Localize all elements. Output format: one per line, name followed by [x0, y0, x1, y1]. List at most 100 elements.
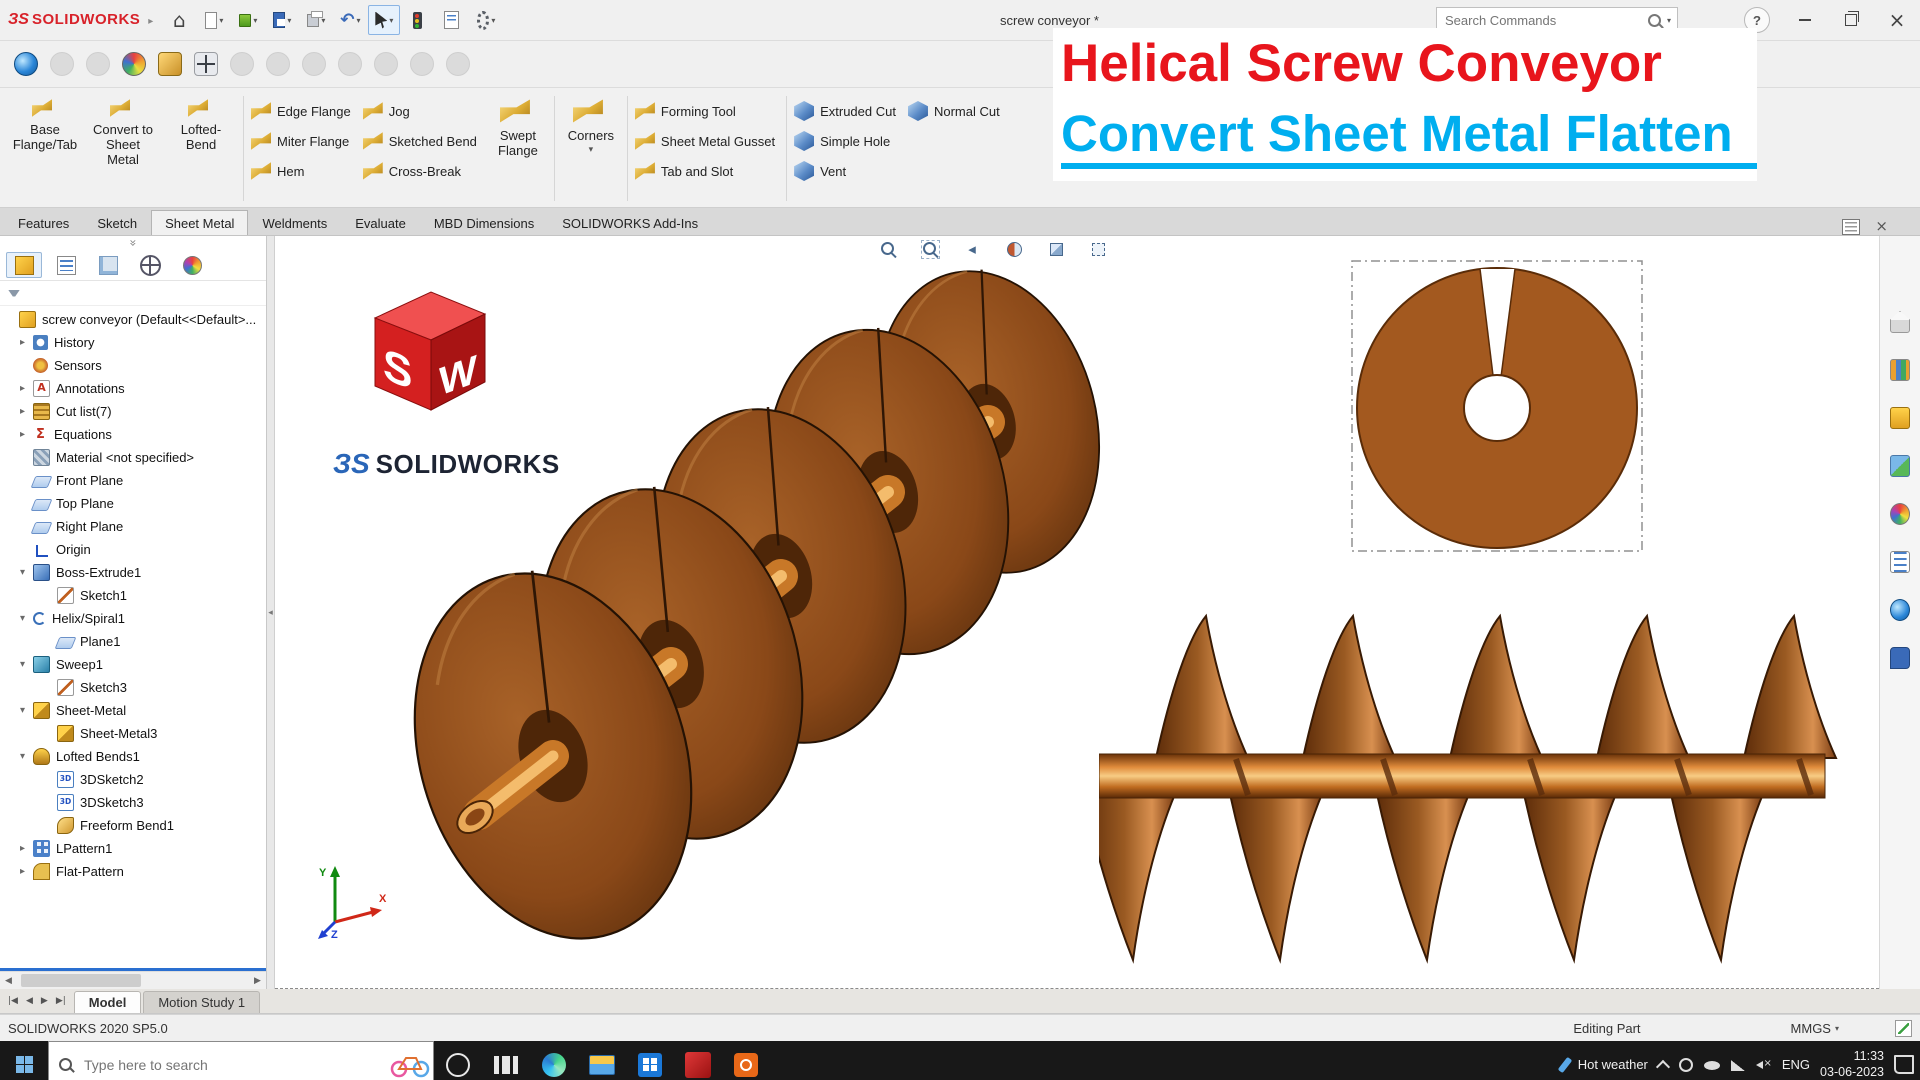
command-tab[interactable]: Sheet Metal — [151, 210, 248, 235]
tree-item[interactable]: Sketch1 — [0, 584, 266, 607]
command-tab[interactable]: Weldments — [248, 210, 341, 235]
tree-item[interactable]: Cut list(7) — [0, 400, 266, 423]
tree-item[interactable]: 3DSketch3 — [0, 791, 266, 814]
pin-ribbon-icon[interactable] — [1843, 220, 1859, 234]
taskbar-app-button[interactable] — [626, 1041, 674, 1080]
taskbar-search-input[interactable] — [82, 1056, 423, 1074]
ribbon-button[interactable]: Hem — [247, 156, 359, 186]
clock-tray-icon[interactable] — [1678, 1057, 1694, 1073]
task-pane-button[interactable] — [1884, 500, 1916, 528]
tree-item[interactable]: Plane1 — [0, 630, 266, 653]
panel-splitter[interactable]: ◂ — [267, 236, 275, 989]
quick-access-button[interactable] — [164, 5, 196, 35]
collapse-chevron-icon[interactable] — [126, 233, 140, 252]
command-tab[interactable]: Evaluate — [341, 210, 420, 235]
ribbon-large-button[interactable]: Convert to Sheet Metal — [84, 90, 162, 207]
swept-flange-button[interactable]: Swept Flange — [485, 90, 551, 207]
tree-item[interactable]: Sheet-Metal — [0, 699, 266, 722]
quick-access-button[interactable] — [402, 5, 434, 35]
tree-item[interactable]: History — [0, 331, 266, 354]
tree-expand-arrow[interactable] — [20, 429, 33, 440]
model-tab[interactable]: Motion Study 1 — [143, 991, 260, 1013]
task-pane-button[interactable] — [1884, 356, 1916, 384]
screw-conveyor-side-view[interactable] — [1099, 612, 1839, 972]
tree-item[interactable]: Sweep1 — [0, 653, 266, 676]
taskbar-app-button[interactable] — [578, 1041, 626, 1080]
taskbar-search[interactable] — [48, 1041, 434, 1080]
tree-item[interactable]: Boss-Extrude1 — [0, 561, 266, 584]
tree-expand-arrow[interactable] — [20, 613, 33, 624]
taskbar-app-button[interactable] — [530, 1041, 578, 1080]
view-tool-button[interactable] — [188, 45, 224, 83]
task-pane-button[interactable] — [1884, 644, 1916, 672]
ribbon-button[interactable]: Cross-Break — [359, 156, 485, 186]
tree-item[interactable]: Sketch3 — [0, 676, 266, 699]
tree-item[interactable]: Freeform Bend1 — [0, 814, 266, 837]
onedrive-icon[interactable] — [1704, 1057, 1720, 1073]
tree-expand-arrow[interactable] — [20, 866, 33, 877]
view-tool-button[interactable] — [332, 45, 368, 83]
tree-item[interactable]: Equations — [0, 423, 266, 446]
view-tool-button[interactable] — [440, 45, 476, 83]
start-button[interactable] — [0, 1041, 48, 1080]
model-tab-nav-icon[interactable] — [52, 996, 70, 1006]
volume-muted-icon[interactable] — [1756, 1057, 1772, 1073]
heads-up-button[interactable] — [871, 236, 905, 262]
ribbon-large-button[interactable]: Lofted-Bend — [162, 90, 240, 207]
tree-item[interactable]: Material <not specified> — [0, 446, 266, 469]
ribbon-button[interactable]: Simple Hole — [790, 126, 904, 156]
restore-button[interactable] — [1828, 0, 1874, 40]
heads-up-button[interactable] — [913, 236, 947, 262]
close-panel-icon[interactable]: × — [1869, 218, 1894, 235]
ribbon-button[interactable]: Tab and Slot — [631, 156, 783, 186]
network-icon[interactable] — [1730, 1057, 1746, 1073]
command-tab[interactable]: Sketch — [83, 210, 151, 235]
tree-expand-arrow[interactable] — [20, 406, 33, 417]
quick-access-button[interactable] — [470, 5, 502, 35]
model-tab[interactable]: Model — [74, 991, 142, 1013]
view-tool-button[interactable] — [8, 45, 44, 83]
view-tool-button[interactable] — [404, 45, 440, 83]
model-tab-nav-icon[interactable] — [22, 996, 37, 1006]
quick-access-button[interactable] — [232, 5, 264, 35]
tree-item[interactable]: Sheet-Metal3 — [0, 722, 266, 745]
taskbar-app-button[interactable] — [674, 1041, 722, 1080]
scrollbar-thumb[interactable] — [21, 974, 141, 987]
view-tool-button[interactable] — [224, 45, 260, 83]
flat-pattern-sketch[interactable] — [1347, 256, 1647, 556]
scroll-left-icon[interactable]: ◀ — [0, 972, 17, 989]
view-tool-button[interactable] — [152, 45, 188, 83]
tree-expand-arrow[interactable] — [20, 705, 33, 716]
view-tool-button[interactable] — [116, 45, 152, 83]
tree-item[interactable]: Annotations — [0, 377, 266, 400]
show-hidden-icons-chevron[interactable] — [1656, 1059, 1670, 1073]
tree-item[interactable]: LPattern1 — [0, 837, 266, 860]
ribbon-button[interactable]: Sheet Metal Gusset — [631, 126, 783, 156]
tree-expand-arrow[interactable] — [20, 751, 33, 762]
tree-expand-arrow[interactable] — [20, 337, 33, 348]
view-tool-button[interactable] — [260, 45, 296, 83]
model-tab-nav-icon[interactable] — [4, 996, 22, 1006]
quick-access-button[interactable] — [266, 5, 298, 35]
view-tool-button[interactable] — [296, 45, 332, 83]
command-tab[interactable]: Features — [4, 210, 83, 235]
ribbon-button[interactable]: Extruded Cut — [790, 96, 904, 126]
taskbar-app-button[interactable] — [722, 1041, 770, 1080]
tree-item[interactable]: Helix/Spiral1 — [0, 607, 266, 630]
view-tool-button[interactable] — [368, 45, 404, 83]
manager-tab[interactable] — [174, 252, 210, 278]
weather-text[interactable]: Hot weather — [1578, 1057, 1648, 1072]
taskbar-app-button[interactable] — [434, 1041, 482, 1080]
graphics-viewport[interactable]: S W ЗSSOLIDWORKS — [275, 236, 1879, 989]
command-tab[interactable]: MBD Dimensions — [420, 210, 548, 235]
quick-access-button[interactable] — [368, 5, 400, 35]
custom-properties-icon[interactable] — [1895, 1020, 1912, 1037]
heads-up-button[interactable] — [1039, 236, 1073, 262]
taskbar-app-button[interactable] — [482, 1041, 530, 1080]
ribbon-button[interactable]: Jog — [359, 96, 485, 126]
ribbon-button[interactable]: Forming Tool — [631, 96, 783, 126]
task-pane-button[interactable] — [1884, 548, 1916, 576]
tree-item[interactable]: Front Plane — [0, 469, 266, 492]
view-tool-button[interactable] — [44, 45, 80, 83]
tree-item[interactable]: Flat-Pattern — [0, 860, 266, 883]
